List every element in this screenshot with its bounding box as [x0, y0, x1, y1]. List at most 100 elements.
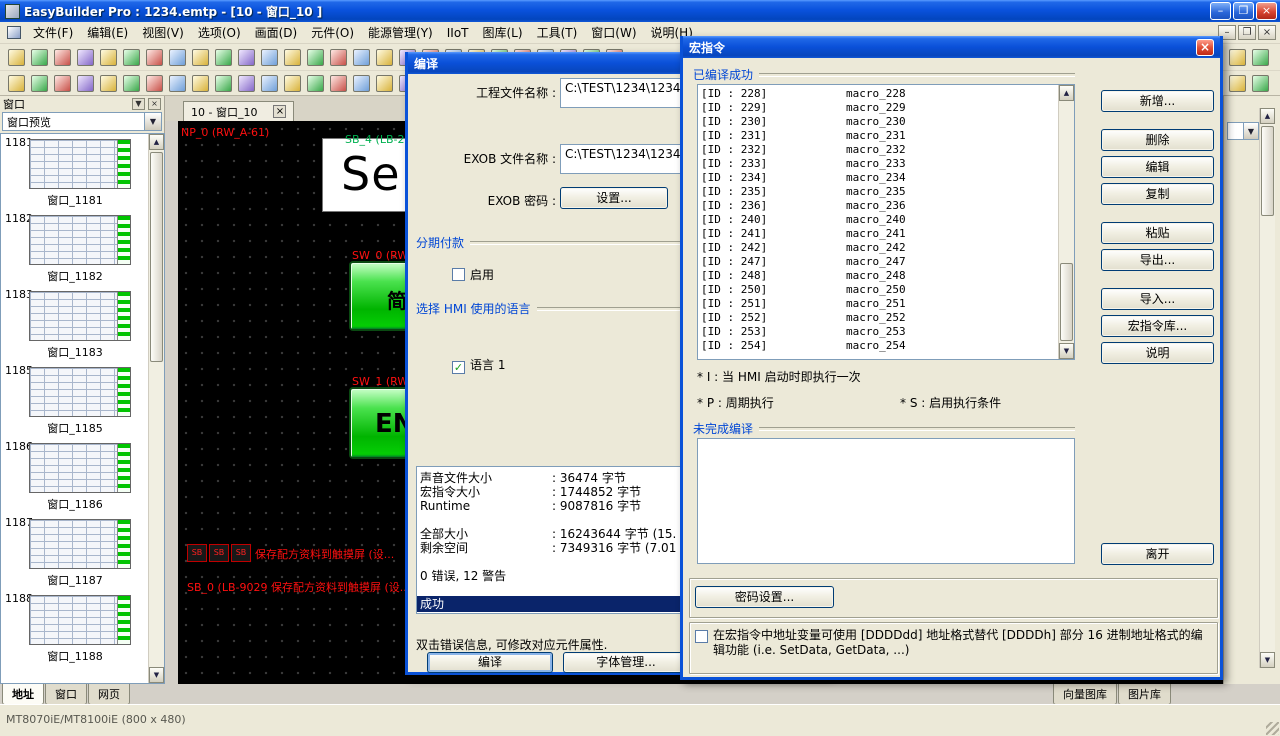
security-settings-icon[interactable]	[235, 46, 258, 68]
set-bit-object[interactable]: SB	[209, 544, 229, 562]
macro-action-button[interactable]: 导入...	[1101, 288, 1214, 310]
macro-action-button[interactable]: 说明	[1101, 342, 1214, 364]
macro-list-item[interactable]: [ID : 230] macro_230	[698, 115, 1056, 129]
macro-list-item[interactable]: [ID : 247] macro_247	[698, 255, 1056, 269]
address-format-checkbox[interactable]: 在宏指令中地址变量可使用 [DDDDdd] 地址格式替代 [DDDDh] 部分 …	[695, 628, 1207, 658]
scroll-down-icon[interactable]: ▼	[1260, 652, 1275, 668]
set-bit-icon[interactable]	[281, 72, 304, 94]
scroll-down-icon[interactable]: ▼	[1059, 343, 1074, 359]
checkbox-checked-icon[interactable]: ✓	[452, 361, 465, 374]
checkbox-icon[interactable]	[452, 268, 465, 281]
macro-action-button[interactable]: 导出...	[1101, 249, 1214, 271]
bottom-tab[interactable]: 网页	[88, 684, 130, 705]
macro-manager-icon[interactable]	[327, 46, 350, 68]
macro-list-item[interactable]: [ID : 253] macro_253	[698, 325, 1056, 339]
copy-icon[interactable]	[120, 46, 143, 68]
select-tool-icon[interactable]	[5, 72, 28, 94]
bottom-tab[interactable]: 窗口	[45, 684, 87, 705]
menu-item[interactable]: IIoT	[440, 23, 476, 43]
address-tag-icon[interactable]	[304, 46, 327, 68]
menu-item[interactable]: 文件(F)	[26, 21, 80, 44]
new-project-icon[interactable]	[5, 46, 28, 68]
window-thumbnail[interactable]	[29, 139, 131, 189]
object-list-icon[interactable]	[1226, 46, 1249, 68]
line-tool-icon[interactable]	[51, 72, 74, 94]
macro-list-item[interactable]: [ID : 231] macro_231	[698, 129, 1056, 143]
menu-item[interactable]: 工具(T)	[530, 21, 585, 44]
macro-list-scrollbar[interactable]: ▲ ▼	[1058, 85, 1074, 359]
font-manager-icon[interactable]	[258, 46, 281, 68]
bottom-tab[interactable]: 地址	[2, 684, 44, 705]
macro-action-button[interactable]: 删除	[1101, 129, 1214, 151]
resize-grip[interactable]	[1266, 722, 1279, 735]
word-lamp-icon[interactable]	[258, 72, 281, 94]
options-icon[interactable]	[1249, 72, 1272, 94]
window-preview-select[interactable]: 窗口预览 ▼	[2, 112, 162, 131]
cut-icon[interactable]	[97, 46, 120, 68]
scroll-thumb[interactable]	[1060, 263, 1073, 341]
panel-close-icon[interactable]: ×	[148, 98, 161, 110]
close-icon[interactable]: ×	[1196, 39, 1214, 56]
macro-action-button[interactable]: 编辑	[1101, 156, 1214, 178]
enable-checkbox[interactable]: 启用	[452, 266, 494, 283]
macro-dialog-titlebar[interactable]: 宏指令 ×	[683, 36, 1220, 58]
window-thumbnail[interactable]	[29, 519, 131, 569]
scroll-thumb[interactable]	[150, 152, 163, 362]
macro-list-item[interactable]: [ID : 229] macro_229	[698, 101, 1056, 115]
window-list-item[interactable]: 1185 窗口_1185	[1, 362, 149, 438]
tab-close-icon[interactable]: ×	[273, 105, 286, 118]
macro-list-item[interactable]: [ID : 232] macro_232	[698, 143, 1056, 157]
redo-icon[interactable]	[189, 46, 212, 68]
library-icon[interactable]	[1226, 72, 1249, 94]
macro-list-item[interactable]: [ID : 236] macro_236	[698, 199, 1056, 213]
macro-list-item[interactable]: [ID : 241] macro_241	[698, 227, 1056, 241]
system-parameters-icon[interactable]	[212, 46, 235, 68]
numeric-input-icon[interactable]	[350, 72, 373, 94]
scroll-down-icon[interactable]: ▼	[149, 667, 164, 683]
menu-item[interactable]: 图库(L)	[476, 21, 530, 44]
open-project-icon[interactable]	[28, 46, 51, 68]
scroll-up-icon[interactable]: ▲	[149, 134, 164, 150]
macro-list-item[interactable]: [ID : 235] macro_235	[698, 185, 1056, 199]
minimize-button[interactable]: –	[1210, 2, 1231, 20]
table-tool-icon[interactable]	[212, 72, 235, 94]
bit-lamp-icon[interactable]	[235, 72, 258, 94]
window-thumbnail[interactable]	[29, 443, 131, 493]
arc-tool-icon[interactable]	[143, 72, 166, 94]
window-list-item[interactable]: 1181 窗口_1181	[1, 134, 149, 210]
ascii-input-icon[interactable]	[373, 72, 396, 94]
state-select[interactable]: ▼	[1227, 122, 1259, 140]
window-list-scrollbar[interactable]: ▲ ▼	[148, 134, 164, 683]
polygon-tool-icon[interactable]	[120, 72, 143, 94]
library-tab[interactable]: 图片库	[1118, 684, 1171, 705]
scroll-up-icon[interactable]: ▲	[1260, 108, 1275, 124]
menu-item[interactable]: 视图(V)	[135, 21, 191, 44]
tab-window-10[interactable]: 10 - 窗口_10 ×	[183, 101, 294, 121]
label-library-icon[interactable]	[281, 46, 304, 68]
window-thumbnail[interactable]	[29, 215, 131, 265]
chevron-down-icon[interactable]: ▼	[144, 113, 161, 130]
scroll-up-icon[interactable]: ▲	[1059, 85, 1074, 101]
macro-action-button[interactable]: 宏指令库...	[1101, 315, 1214, 337]
macro-action-button[interactable]: 复制	[1101, 183, 1214, 205]
macro-list-item[interactable]: [ID : 228] macro_228	[698, 87, 1056, 101]
text-tool-icon[interactable]	[28, 72, 51, 94]
font-manager-button[interactable]: 字体管理...	[563, 652, 689, 673]
save-icon[interactable]	[51, 46, 74, 68]
macro-list-item[interactable]: [ID : 248] macro_248	[698, 269, 1056, 283]
macro-list-item[interactable]: [ID : 254] macro_254	[698, 339, 1056, 353]
macro-list-item[interactable]: [ID : 250] macro_250	[698, 283, 1056, 297]
close-button[interactable]: ×	[1256, 2, 1277, 20]
macro-list-item[interactable]: [ID : 252] macro_252	[698, 311, 1056, 325]
mdi-child-icon[interactable]	[7, 26, 21, 39]
rectangle-tool-icon[interactable]	[74, 72, 97, 94]
mdi-restore-button[interactable]: ❐	[1238, 25, 1256, 40]
macro-action-button[interactable]: 新增...	[1101, 90, 1214, 112]
window-thumbnail[interactable]	[29, 595, 131, 645]
macro-list[interactable]: [ID : 228] macro_228 [ID : 229] macro_22…	[697, 84, 1075, 360]
scroll-thumb[interactable]	[1261, 126, 1274, 216]
password-set-button[interactable]: 设置...	[560, 187, 668, 209]
set-bit-object[interactable]: SB	[231, 544, 251, 562]
set-bit-object[interactable]: SB	[187, 544, 207, 562]
paste-icon[interactable]	[143, 46, 166, 68]
